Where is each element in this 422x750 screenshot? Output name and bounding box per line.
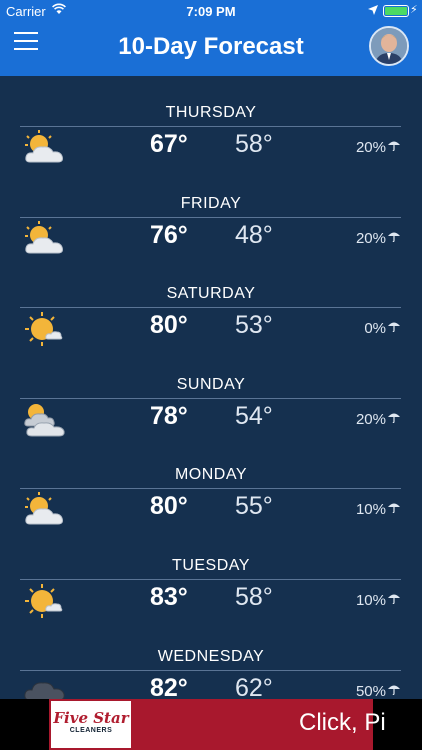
location-arrow-icon (368, 5, 378, 15)
mostly-sunny-icon (22, 581, 68, 621)
divider (20, 307, 401, 309)
mostly-cloudy-icon (22, 400, 68, 440)
umbrella-icon (388, 322, 400, 333)
high-temp: 78° (150, 401, 188, 430)
high-temp: 76° (150, 220, 188, 249)
low-temp: 54° (235, 401, 273, 430)
partly-cloudy-icon (22, 128, 68, 168)
battery-icon (383, 5, 409, 17)
forecast-row[interactable]: FRIDAY 76° 48° 20% (0, 167, 422, 257)
day-name: MONDAY (174, 466, 248, 484)
high-temp: 80° (150, 311, 188, 340)
high-temp: 83° (150, 583, 188, 611)
forecast-row[interactable]: MONDAY 80° 55° 10% (0, 438, 422, 528)
day-name: SATURDAY (166, 285, 256, 303)
charging-icon: ⚡ (410, 4, 418, 16)
high-temp: 80° (150, 492, 188, 521)
divider (20, 216, 401, 218)
precip-chance: 0% (364, 320, 400, 337)
precip-value: 50% (355, 682, 386, 700)
precip-value: 20% (355, 139, 386, 156)
precip-chance: 10% (356, 592, 400, 609)
ad-logo-title: Five Star (53, 709, 129, 727)
status-bar: Carrier 7:09 PM ⚡ (0, 0, 422, 22)
day-name: THURSDAY (165, 104, 257, 121)
precip-value: 10% (355, 592, 386, 609)
precip-value: 10% (355, 501, 386, 519)
profile-photo-icon (371, 28, 407, 64)
low-temp: 55° (235, 492, 273, 521)
status-time: 7:09 PM (186, 4, 236, 19)
precip-chance: 50% (356, 683, 400, 700)
ad-logo[interactable]: Five Star CLEANERS (49, 699, 133, 750)
forecast-row[interactable]: TUESDAY 83° 58° 10% (0, 529, 422, 619)
umbrella-icon (388, 413, 400, 423)
forecast-row[interactable]: WEDNESDAY 82° 62° 50% (0, 620, 422, 710)
divider (20, 669, 401, 671)
divider (20, 579, 401, 580)
low-temp: 48° (235, 220, 273, 249)
ad-logo-subtitle: CLEANERS (69, 727, 113, 734)
day-name: TUESDAY (172, 557, 250, 574)
precip-chance: 20% (356, 139, 400, 156)
low-temp: 58° (235, 583, 273, 611)
avatar[interactable] (369, 26, 409, 66)
partly-cloudy-icon (22, 219, 68, 259)
divider (20, 488, 401, 490)
divider (20, 126, 401, 127)
low-temp: 53° (235, 311, 273, 340)
umbrella-icon (388, 232, 400, 242)
umbrella-icon (388, 141, 400, 151)
forecast-row[interactable]: SATURDAY 80° 53° 0% (0, 257, 422, 347)
precip-chance: 10% (356, 501, 400, 518)
forecast-row[interactable]: THURSDAY 67° 58° 20% (0, 76, 422, 166)
app-header: Carrier 7:09 PM ⚡ 10-Day Forecast (0, 0, 422, 76)
day-name: FRIDAY (180, 194, 242, 212)
low-temp: 58° (235, 130, 273, 158)
mostly-sunny-icon (22, 309, 68, 349)
ad-banner[interactable]: Five Star CLEANERS Click, Pi (0, 699, 422, 750)
high-temp: 67° (150, 130, 188, 158)
precip-chance: 20% (356, 230, 400, 247)
day-name: WEDNESDAY (157, 647, 265, 665)
precip-value: 20% (355, 229, 386, 247)
umbrella-icon (388, 503, 400, 514)
partly-cloudy-icon (22, 490, 68, 530)
page-title: 10-Day Forecast (118, 33, 304, 60)
umbrella-icon (388, 594, 400, 604)
ad-cta[interactable]: Click, Pi (299, 709, 386, 737)
umbrella-icon (388, 685, 400, 695)
day-name: SUNDAY (176, 375, 246, 393)
precip-value: 0% (364, 320, 386, 338)
divider (20, 397, 401, 399)
precip-chance: 20% (356, 411, 400, 428)
precip-value: 20% (355, 410, 386, 428)
forecast-row[interactable]: SUNDAY 78° 54° 20% (0, 348, 422, 438)
